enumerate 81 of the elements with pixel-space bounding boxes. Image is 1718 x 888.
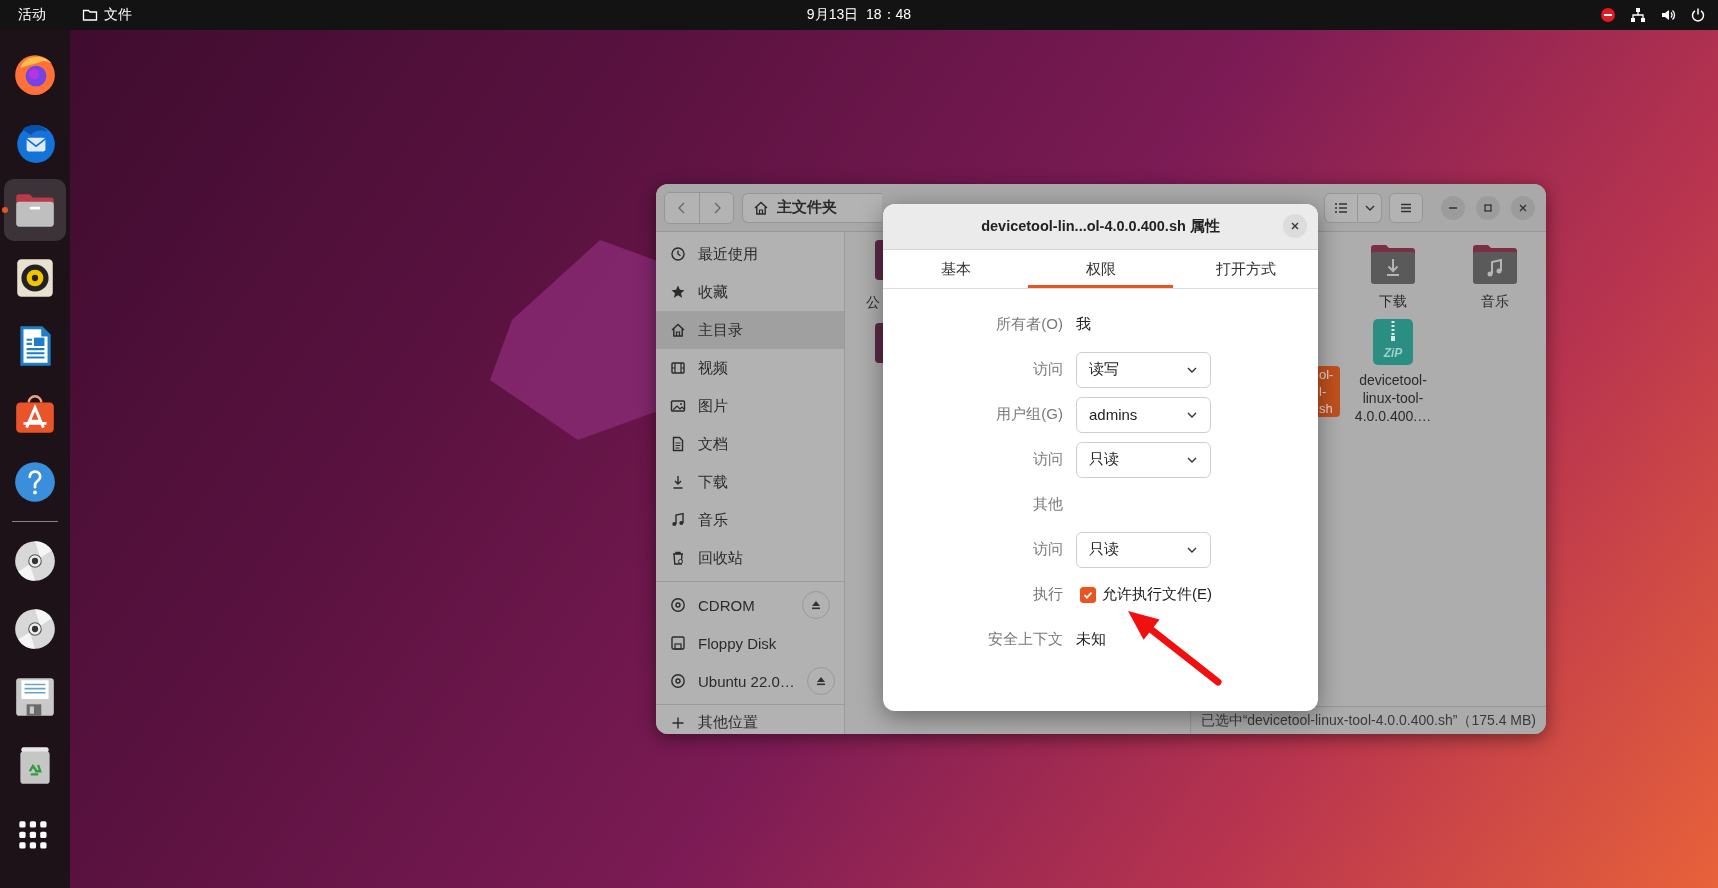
sidebar-item[interactable]: 文档 (656, 425, 844, 463)
image-icon (670, 398, 686, 414)
list-view-button[interactable] (1324, 192, 1358, 223)
clock-icon (670, 246, 686, 262)
access-dropdown[interactable]: admins (1076, 396, 1211, 433)
sidebar-item[interactable]: Floppy Disk (656, 624, 844, 662)
file-label: 公 (866, 294, 880, 312)
do-not-disturb-icon (1600, 7, 1616, 23)
field-label: 用户组(G) (996, 405, 1063, 424)
sidebar-item[interactable]: 图片 (656, 387, 844, 425)
field-label: 访问 (1033, 360, 1063, 379)
menu-button[interactable] (1389, 192, 1423, 223)
sidebar-item[interactable]: CDROM (656, 586, 844, 624)
field-value: 我 (1076, 315, 1091, 334)
folder-icon (875, 323, 883, 363)
sidebar-item[interactable]: 视频 (656, 349, 844, 387)
file-label: 下载 (1379, 292, 1407, 310)
file-item[interactable]: ZiP devicetool- linux-tool- 4.0.0.400.… (1342, 319, 1444, 425)
close-icon (1518, 202, 1528, 213)
sidebar-item[interactable]: 最近使用 (656, 235, 844, 273)
document-icon (670, 436, 686, 452)
access-dropdown[interactable]: 只读 (1076, 441, 1211, 478)
sidebar-item[interactable]: 收藏 (656, 273, 844, 311)
field-label: 访问 (1033, 540, 1063, 559)
folder-outline-icon (82, 7, 98, 23)
disc-icon (12, 606, 58, 652)
file-item[interactable]: 音乐 (1444, 240, 1546, 310)
sidebar-item[interactable]: 回收站 (656, 539, 844, 577)
home-icon (753, 199, 769, 216)
film-icon (670, 360, 686, 376)
field-label: 安全上下文 (988, 630, 1063, 649)
disc-icon (670, 673, 686, 689)
minimize-icon (1448, 206, 1458, 209)
sidebar-item[interactable]: 其他位置 (656, 709, 844, 734)
access-dropdown[interactable]: 读写 (1076, 351, 1211, 388)
path-bar[interactable]: 主文件夹 (742, 192, 882, 223)
sidebar-item[interactable]: 下载 (656, 463, 844, 501)
field-label: 访问 (1033, 450, 1063, 469)
field-label: 其他 (1033, 495, 1063, 514)
home-icon (670, 322, 686, 338)
tab[interactable]: 基本 (883, 250, 1028, 288)
status-bar: 已选中“devicetool-linux-tool-4.0.0.400.sh”（175.4 MB) (1189, 706, 1546, 734)
field-value: 未知 (1076, 630, 1106, 649)
disc-icon (12, 538, 58, 584)
close-button[interactable] (1283, 214, 1307, 238)
maximize-button[interactable] (1476, 195, 1500, 220)
dialog-title: devicetool-lin...ol-4.0.0.400.sh 属性 (981, 217, 1220, 236)
network-icon (1630, 7, 1646, 23)
trash-icon (670, 550, 686, 566)
tab[interactable]: 权限 (1028, 250, 1173, 288)
execute-checkbox[interactable]: 允许执行文件(E) (1076, 585, 1212, 604)
access-dropdown[interactable]: 只读 (1076, 531, 1211, 568)
close-icon (1290, 221, 1300, 231)
star-icon (670, 284, 686, 300)
help-icon (12, 459, 58, 505)
field-label: 所有者(O) (996, 315, 1063, 334)
folder-icon (875, 240, 883, 280)
file-label: 音乐 (1481, 292, 1509, 310)
maximize-icon (1483, 202, 1493, 213)
minimize-button[interactable] (1441, 195, 1465, 220)
volume-icon (1660, 7, 1676, 23)
eject-button[interactable] (806, 667, 835, 695)
eject-button[interactable] (802, 591, 830, 619)
checkbox[interactable] (1080, 586, 1096, 603)
sidebar-item[interactable]: 音乐 (656, 501, 844, 539)
music-note-icon (670, 512, 686, 528)
file-label: devicetool- linux-tool- 4.0.0.400.… (1354, 371, 1432, 425)
power-icon (1690, 7, 1706, 23)
app-menu[interactable]: 文件 (82, 6, 132, 24)
eject-icon (814, 675, 827, 687)
field-label: 执行 (1033, 585, 1063, 604)
sidebar-item[interactable]: 主目录 (656, 311, 844, 349)
dock-button[interactable] (4, 179, 66, 241)
eject-icon (810, 599, 822, 611)
sidebar-item[interactable]: Ubuntu 22.0… (656, 662, 844, 700)
tab[interactable]: 打开方式 (1173, 250, 1318, 288)
disc-icon (670, 597, 686, 613)
activities-button[interactable]: 活动 (18, 6, 46, 24)
clock[interactable]: 9月13日 18：48 (806, 6, 912, 24)
file-item[interactable]: 下载 (1342, 240, 1444, 310)
list-view-icon (1334, 200, 1348, 215)
